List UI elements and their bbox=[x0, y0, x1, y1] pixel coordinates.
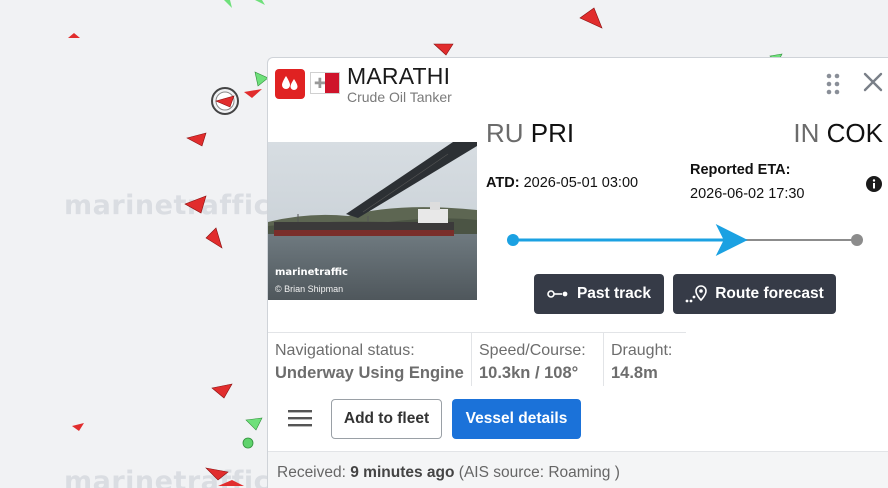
route-forecast-button[interactable]: Route forecast bbox=[673, 274, 836, 314]
atd-value: 2026-05-01 03:00 bbox=[523, 175, 639, 191]
past-track-label: Past track bbox=[576, 285, 652, 302]
vessel-marker[interactable] bbox=[72, 423, 84, 431]
vessel-marker[interactable] bbox=[433, 43, 454, 56]
route-forecast-label: Route forecast bbox=[715, 285, 824, 302]
vessel-photo[interactable]: marinetraffic © Brian Shipman bbox=[268, 142, 477, 300]
destination-port[interactable]: IN COK bbox=[793, 118, 883, 149]
received-label: Received: bbox=[277, 464, 346, 481]
departure-port-code: PRI bbox=[530, 118, 575, 148]
vessel-type: Crude Oil Tanker bbox=[347, 89, 452, 105]
departure-port[interactable]: RU PRI bbox=[486, 118, 574, 149]
departure-dot bbox=[507, 234, 519, 246]
vessel-marker[interactable] bbox=[579, 7, 603, 29]
track-line-icon bbox=[547, 290, 568, 298]
ais-source: (AIS source: Roaming ) bbox=[458, 464, 620, 481]
vessel-marker[interactable] bbox=[211, 383, 233, 399]
vessel-details-button[interactable]: Vessel details bbox=[452, 399, 581, 439]
vessel-marker[interactable] bbox=[224, 0, 232, 8]
vessel-popup: ✚ MARATHI Crude Oil Tanker marinetraffic… bbox=[267, 57, 888, 488]
received-value: 9 minutes ago bbox=[350, 464, 455, 481]
destination-country-code: IN bbox=[793, 118, 820, 148]
draught-value: 14.8m bbox=[611, 364, 658, 382]
divider bbox=[268, 332, 686, 333]
photo-watermark: marinetraffic bbox=[275, 267, 348, 278]
past-track-button[interactable]: Past track bbox=[534, 274, 664, 314]
eta-value: 2026-06-02 17:30 bbox=[690, 186, 805, 202]
drag-handle-icon[interactable] bbox=[825, 72, 841, 96]
speed-course-value: 10.3kn / 108° bbox=[479, 364, 579, 382]
vessel-marker[interactable] bbox=[255, 0, 265, 5]
popup-footer: Received: 9 minutes ago (AIS source: Roa… bbox=[268, 451, 888, 488]
nav-status-label: Navigational status: bbox=[275, 342, 415, 359]
atd-label: ATD: bbox=[486, 175, 520, 191]
info-icon[interactable] bbox=[866, 176, 882, 192]
atd: ATD: 2026-05-01 03:00 bbox=[486, 175, 638, 191]
vessel-marker[interactable] bbox=[244, 89, 262, 98]
vessel-name: MARATHI bbox=[347, 63, 451, 89]
departure-country-code: RU bbox=[486, 118, 524, 148]
vessel-marker[interactable] bbox=[245, 417, 263, 431]
eta-label: Reported ETA: bbox=[690, 162, 791, 178]
menu-icon[interactable] bbox=[288, 409, 312, 427]
vessel-marker[interactable] bbox=[218, 480, 244, 486]
vessel-marker[interactable] bbox=[205, 467, 229, 481]
draught-label: Draught: bbox=[611, 342, 673, 359]
vessel-marker[interactable] bbox=[184, 195, 207, 214]
route-pin-icon bbox=[685, 285, 708, 303]
vessel-marker[interactable] bbox=[205, 227, 223, 249]
speed-course-label: Speed/Course: bbox=[479, 342, 586, 359]
tanker-type-icon bbox=[275, 69, 305, 99]
flag-icon: ✚ bbox=[310, 72, 340, 94]
divider bbox=[471, 333, 472, 386]
vessel-marker[interactable] bbox=[242, 437, 254, 449]
vessel-marker[interactable] bbox=[186, 132, 207, 147]
destination-port-code: COK bbox=[826, 118, 883, 148]
vessel-marker[interactable] bbox=[68, 33, 80, 38]
add-to-fleet-button[interactable]: Add to fleet bbox=[331, 399, 442, 439]
photo-credit: © Brian Shipman bbox=[275, 284, 344, 294]
divider bbox=[603, 333, 604, 386]
received-info: Received: 9 minutes ago (AIS source: Roa… bbox=[277, 464, 620, 482]
selected-vessel-marker[interactable] bbox=[211, 87, 239, 115]
nav-status-value: Underway Using Engine bbox=[275, 364, 464, 382]
destination-dot bbox=[851, 234, 863, 246]
voyage-progress bbox=[507, 224, 863, 256]
close-icon[interactable] bbox=[861, 70, 885, 94]
